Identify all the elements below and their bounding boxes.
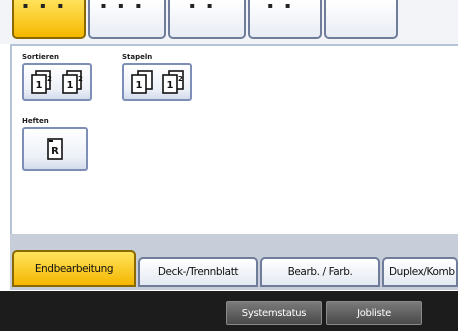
tile-indicator: ▪▪ xyxy=(189,1,225,10)
stack-icon: 1 xyxy=(130,70,153,94)
mode-tile[interactable]: ▪▪ xyxy=(168,0,246,39)
tab-label: Bearb. / Farb. xyxy=(287,266,353,278)
tab-finishing[interactable]: Endbearbeitung xyxy=(12,250,136,287)
tab-edit-color[interactable]: Bearb. / Farb. xyxy=(260,257,380,287)
sort-button[interactable]: 1 2 1 2 xyxy=(22,63,92,101)
staple-button[interactable]: R xyxy=(22,127,88,171)
svg-text:2: 2 xyxy=(47,75,52,83)
tile-indicator: ▪▪▪ xyxy=(100,1,154,10)
tab-label: Deck-/Trennblatt xyxy=(157,266,239,278)
mode-tile[interactable] xyxy=(324,0,398,39)
tab-label: Duplex/Komb xyxy=(389,266,455,278)
mode-tile[interactable]: ▪▪ xyxy=(248,0,322,39)
svg-text:2: 2 xyxy=(178,75,183,83)
shift-stack-icon: 1 2 xyxy=(161,70,184,94)
rotate-sort-icon: 1 2 xyxy=(61,70,83,94)
tile-indicator: ▪▪▪ xyxy=(22,1,76,10)
svg-text:1: 1 xyxy=(66,80,73,91)
system-status-button[interactable]: Systemstatus xyxy=(226,301,322,325)
tab-duplex-combine[interactable]: Duplex/Komb xyxy=(382,257,458,287)
mode-tile-active[interactable]: ▪▪▪ xyxy=(12,0,86,39)
stack-button[interactable]: 1 1 2 xyxy=(122,63,192,101)
sort-icon: 1 2 xyxy=(30,70,52,94)
svg-text:1: 1 xyxy=(35,80,42,91)
svg-text:1: 1 xyxy=(135,80,142,91)
staple-group-label: Heften xyxy=(22,117,49,125)
top-mode-strip: ▪▪▪ ▪▪▪ ▪▪ ▪▪ xyxy=(0,0,458,44)
finishing-panel: Sortieren 1 2 1 2 Stapeln 1 1 2 Heften R xyxy=(10,44,458,234)
svg-text:1: 1 xyxy=(166,80,173,91)
svg-text:2: 2 xyxy=(78,75,83,83)
job-list-label: Jobliste xyxy=(357,307,391,319)
stack-group-label: Stapeln xyxy=(122,53,153,61)
sort-group-label: Sortieren xyxy=(22,53,59,61)
job-list-button[interactable]: Jobliste xyxy=(326,301,422,325)
tab-cover-slip-sheet[interactable]: Deck-/Trennblatt xyxy=(138,257,258,287)
tab-label: Endbearbeitung xyxy=(34,262,114,275)
svg-text:R: R xyxy=(51,146,59,157)
system-status-label: Systemstatus xyxy=(241,307,307,319)
mode-tile[interactable]: ▪▪▪ xyxy=(88,0,166,39)
tile-indicator: ▪▪ xyxy=(267,1,303,10)
staple-icon: R xyxy=(47,138,63,160)
